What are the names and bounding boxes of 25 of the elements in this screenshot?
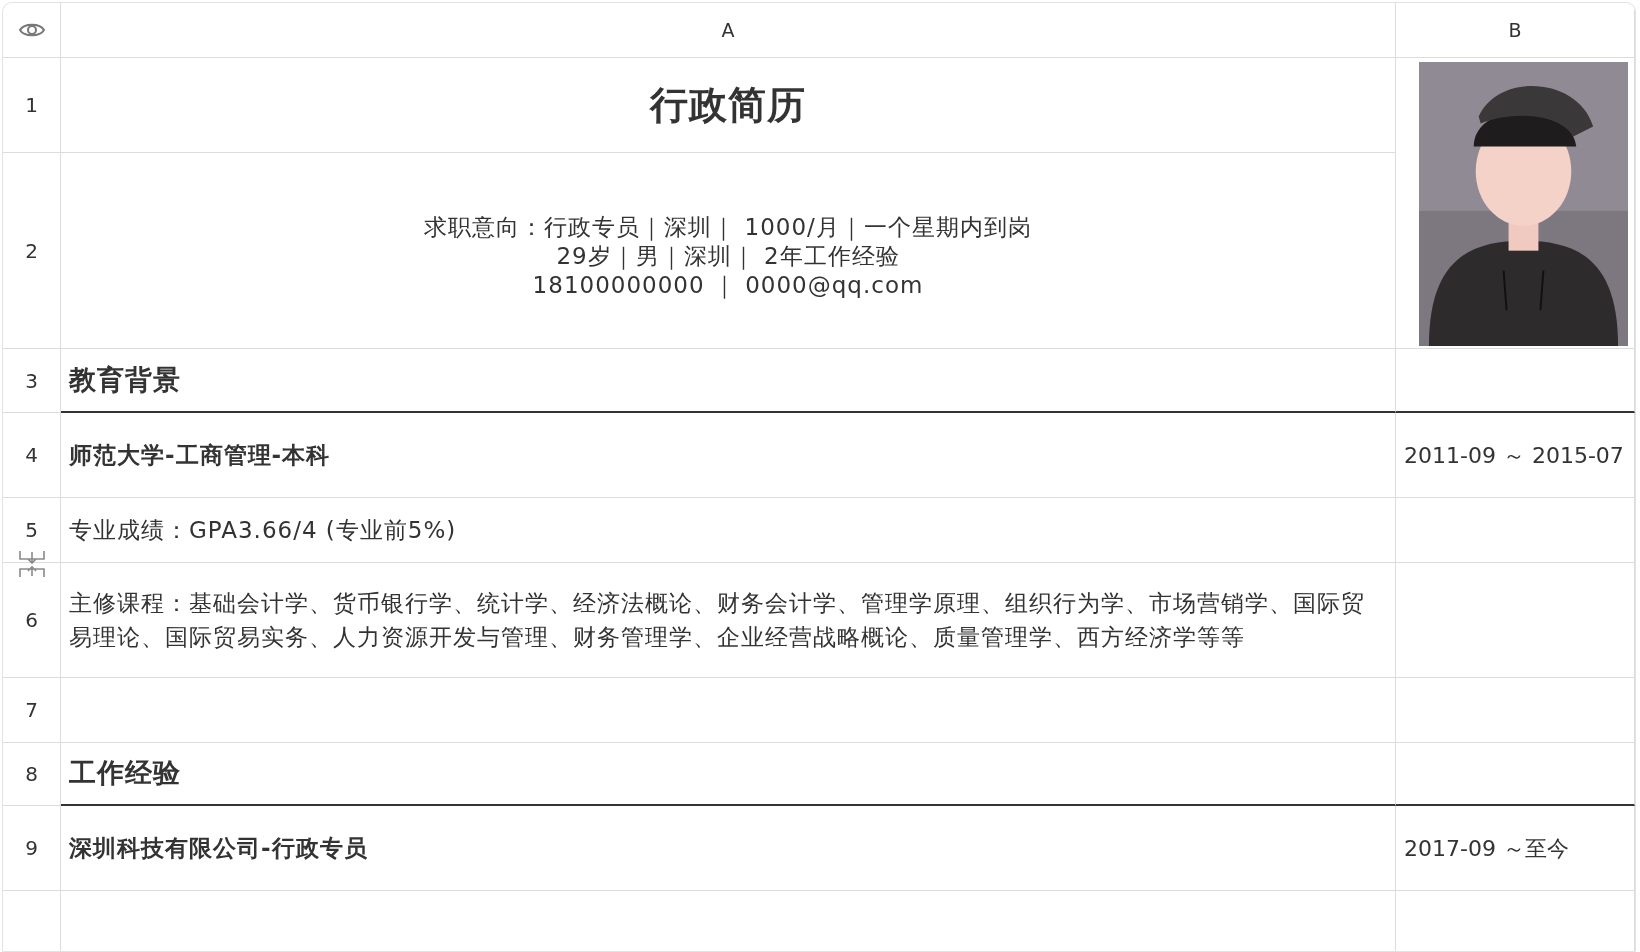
table-cell: 深圳科技有限公司-行政专员 bbox=[61, 806, 1396, 891]
row-number[interactable]: 5 bbox=[3, 498, 61, 563]
column-header[interactable]: A bbox=[61, 3, 1396, 58]
contact-line: 求职意向：行政专员｜深圳｜ 1000/月｜一个星期内到岗 bbox=[424, 213, 1032, 242]
section-heading: 教育背景 bbox=[61, 349, 1396, 413]
table-cell: 2011-09 ～ 2015-07 bbox=[1396, 413, 1635, 498]
table-cell: 师范大学-工商管理-本科 bbox=[61, 413, 1396, 498]
contact-line: 29岁｜男｜深圳｜ 2年工作经验 bbox=[556, 242, 900, 271]
table-cell: 主修课程：基础会计学、货币银行学、统计学、经济法概论、财务会计学、管理学原理、组织行为学、市场营销学、国际贸易理论、国际贸易实务、人力资源开发与管理、财务管理学、企业经营战略概论、质量管理学、西方经济学等等 bbox=[61, 563, 1396, 678]
table-cell: 2017-09 ～至今 bbox=[1396, 806, 1635, 891]
column-header[interactable]: B bbox=[1396, 3, 1635, 58]
row-number[interactable]: 6 bbox=[3, 563, 61, 678]
resume-title: 行政简历 bbox=[61, 58, 1396, 153]
row-number[interactable]: 7 bbox=[3, 678, 61, 743]
eye-icon[interactable] bbox=[17, 21, 46, 39]
row-number[interactable]: 1 bbox=[3, 58, 61, 153]
row-number[interactable]: 9 bbox=[3, 806, 61, 891]
row-number[interactable]: 4 bbox=[3, 413, 61, 498]
row-number[interactable]: 3 bbox=[3, 349, 61, 413]
row-number[interactable]: 2 bbox=[3, 153, 61, 349]
table-cell: 专业成绩：GPA3.66/4 (专业前5%) bbox=[61, 498, 1396, 563]
contact-line: 18100000000 ｜ 0000@qq.com bbox=[532, 271, 924, 300]
section-heading: 工作经验 bbox=[61, 743, 1396, 806]
row-resize-icon[interactable] bbox=[18, 549, 46, 579]
row-number[interactable]: 8 bbox=[3, 743, 61, 806]
